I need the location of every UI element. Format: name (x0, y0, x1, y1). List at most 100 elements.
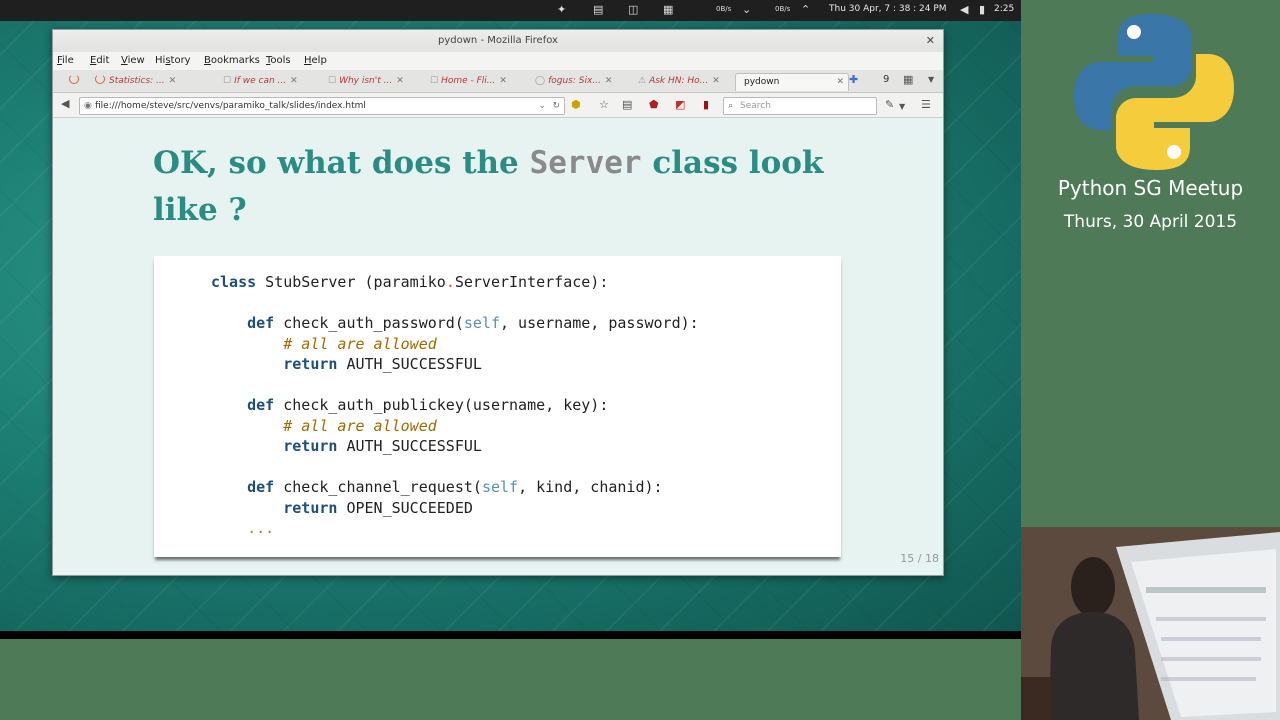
tab-ask-hn[interactable]: ⚠ Ask HN: Ho... ✕ (638, 73, 730, 90)
page-icon: ◯ (535, 76, 546, 86)
code-comment: # all are allowed (283, 334, 437, 353)
bookmark-star-icon[interactable]: ☆ (599, 98, 609, 112)
return-value: OPEN_SUCCEEDED (337, 498, 473, 517)
keyword-return: return (283, 355, 338, 373)
tab-home-flickr[interactable]: ☐ Home - Fli... ✕ (430, 73, 528, 90)
search-icon: ⌕ (728, 101, 734, 111)
warning-icon: ⚠ (638, 76, 647, 86)
notes-icon[interactable]: ▦ (663, 3, 673, 17)
keyword-return: return (283, 437, 338, 455)
screenshot-icon[interactable]: ◩ (675, 98, 685, 112)
close-tab-icon[interactable]: ✕ (836, 74, 844, 91)
network-speed-1: 0B/s (716, 5, 732, 13)
page-viewport: OK, so what does the Server class look l… (53, 118, 943, 575)
menu-help-label: elp (311, 55, 327, 66)
document-icon[interactable]: ▤ (593, 3, 603, 17)
menu-tools-label: ools (270, 55, 291, 66)
tab-label: Home - Fli... (441, 76, 496, 86)
window-icon[interactable]: ◫ (628, 3, 638, 17)
menu-help-accel: H (304, 55, 312, 66)
upload-arrow-icon[interactable]: ⌃ (801, 3, 810, 17)
tab-fogus[interactable]: ◯ fogus: Six... ✕ (535, 73, 629, 90)
tab-if-we-can[interactable]: ☐ If we can ... ✕ (223, 73, 319, 90)
function-args: , kind, chanid): (518, 478, 663, 496)
menu-edit[interactable]: Edit (90, 55, 109, 66)
close-window-icon[interactable]: ✕ (926, 30, 935, 52)
function-signature: check_auth_password( (283, 314, 464, 332)
python-logo-icon (1074, 14, 1234, 170)
hamburger-menu-icon[interactable]: ☰ (921, 98, 931, 112)
function-signature: check_auth_publickey(username, key): (283, 396, 609, 414)
tab-count[interactable]: 9 (883, 73, 889, 87)
tab-pydown[interactable]: pydown ✕ (735, 73, 849, 91)
close-tab-icon[interactable]: ✕ (396, 76, 404, 86)
code-dot: . (445, 273, 455, 291)
close-tab-icon[interactable]: ✕ (499, 76, 507, 86)
menu-help[interactable]: Help (304, 55, 327, 66)
keyword-self: self (463, 314, 500, 332)
code-listing: class StubServer (paramiko.ServerInterfa… (211, 272, 699, 539)
code-text: ServerInterface): (454, 273, 609, 291)
close-tab-icon[interactable]: ✕ (712, 76, 720, 86)
loading-spinner-icon (69, 74, 79, 84)
function-args: , username, password): (500, 314, 699, 332)
tab-list-dropdown-icon[interactable]: ▼ (928, 73, 934, 87)
back-icon[interactable]: ◀ (61, 97, 69, 111)
dropbox-icon[interactable]: ✦ (557, 3, 566, 17)
screen-border (0, 631, 1021, 639)
menu-view[interactable]: View (121, 55, 145, 66)
navigation-toolbar: ◀ ◉ file:///home/steve/src/venvs/paramik… (53, 93, 943, 118)
page-icon: ☐ (328, 76, 337, 86)
menu-file[interactable]: File (57, 55, 74, 66)
desktop-background: ✦ ▤ ◫ ▦ 0B/s ⌄ 0B/s ⌃ Thu 30 Apr, 7 : 38… (0, 0, 1021, 632)
menu-bookmarks[interactable]: Bookmarks (204, 55, 260, 66)
meetup-side-panel: Python SG Meetup Thurs, 30 April 2015 (1021, 0, 1280, 527)
extension-icon[interactable]: ✎ (885, 98, 894, 112)
tab-grid-icon[interactable]: ▦ (903, 73, 913, 87)
window-titlebar[interactable]: pydown - Mozilla Firefox ✕ (53, 30, 943, 52)
loading-spinner-icon (95, 74, 105, 84)
address-bar[interactable]: ◉ file:///home/steve/src/venvs/paramiko_… (79, 97, 565, 115)
tab-statistics[interactable]: Statistics: ... ✕ (95, 73, 213, 90)
menu-tools[interactable]: Tools (266, 55, 291, 66)
addon-icon[interactable]: ⬢ (571, 98, 581, 112)
menu-history-prefix: Hi (155, 55, 166, 66)
pocket-icon[interactable]: ⬟ (649, 98, 659, 112)
page-info-icon[interactable]: ◉ (84, 98, 92, 114)
function-signature: check_channel_request( (283, 478, 482, 496)
menu-file-label: ile (62, 55, 74, 66)
menu-history-label: tory (170, 55, 191, 66)
slide-page-number: 15 / 18 (900, 552, 939, 565)
search-placeholder: Search (740, 101, 771, 111)
bottom-strip (0, 639, 1021, 720)
clock[interactable]: Thu 30 Apr, 7 : 38 : 24 PM (829, 4, 947, 14)
slide-title-text: OK, so what does the (153, 145, 530, 181)
extension-dropdown-icon[interactable]: ▼ (899, 100, 905, 114)
close-tab-icon[interactable]: ✕ (605, 76, 613, 86)
tab-loading[interactable] (69, 73, 89, 90)
reload-icon[interactable]: ↻ (552, 98, 560, 114)
menu-history[interactable]: History (155, 55, 191, 66)
page-icon: ☐ (223, 76, 232, 86)
tab-why-isnt[interactable]: ☐ Why isn't ... ✕ (328, 73, 424, 90)
keyword-def: def (247, 396, 275, 414)
bookmark-red-icon[interactable]: ▮ (703, 98, 709, 112)
keyword-return: return (283, 498, 338, 517)
battery-icon[interactable]: ▮ (979, 3, 985, 17)
close-tab-icon[interactable]: ✕ (169, 76, 177, 86)
new-tab-icon[interactable]: ✚ (849, 73, 858, 87)
keyword-def: def (247, 478, 275, 496)
menu-edit-label: dit (96, 55, 110, 66)
search-box[interactable]: ⌕ Search (723, 97, 877, 115)
url-dropdown-icon[interactable]: ⌄ (538, 98, 546, 114)
speaker-camera-feed (1021, 527, 1280, 720)
menu-bookmarks-accel: B (204, 55, 211, 66)
meetup-date: Thurs, 30 April 2015 (1063, 212, 1238, 232)
page-icon: ☐ (430, 76, 439, 86)
volume-icon[interactable]: ◀ (960, 3, 968, 17)
firefox-window: pydown - Mozilla Firefox ✕ File Edit Vie… (52, 29, 944, 576)
keyword-self: self (481, 478, 519, 496)
reading-list-icon[interactable]: ▤ (622, 98, 632, 112)
close-tab-icon[interactable]: ✕ (290, 76, 298, 86)
download-arrow-icon[interactable]: ⌄ (742, 3, 751, 17)
